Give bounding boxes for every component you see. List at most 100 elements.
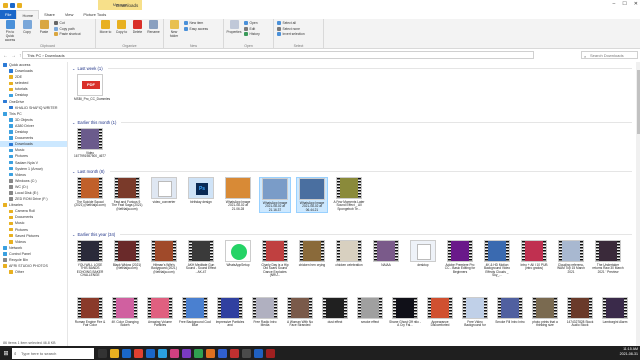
- file-item[interactable]: Charly Day is a Hip Old Scars Sound Danc…: [259, 240, 291, 278]
- open-group: Properties Open Edit History Open: [224, 19, 274, 49]
- file-item[interactable]: Shane Ghost Off ntlo - A Cry Fal...: [389, 297, 421, 328]
- file-item[interactable]: Free Radio Intro Media: [249, 297, 281, 328]
- file-item[interactable]: Lamborgini Alarm: [599, 297, 631, 324]
- history-button[interactable]: History: [244, 32, 260, 36]
- file-item[interactable]: WhatsApp Image 2021-08-02 at 06.44.21: [296, 177, 328, 214]
- file-item[interactable]: 4K & HD Motion Background Video Effects …: [481, 240, 513, 278]
- file-item[interactable]: Roman Engine Fire & Fair Color: [74, 297, 106, 328]
- file-item[interactable]: dust effect: [319, 297, 351, 324]
- copy-path-button[interactable]: Copy path: [54, 26, 81, 31]
- taskbar-app-icon[interactable]: [194, 348, 203, 358]
- file-item[interactable]: Video 1677991987500_4677: [74, 128, 106, 159]
- tab-home[interactable]: Home: [16, 10, 40, 19]
- taskbar-app-icon[interactable]: [230, 348, 239, 358]
- taskbar-app-icon[interactable]: [266, 348, 275, 358]
- tab-share[interactable]: Share: [39, 10, 60, 19]
- taskbar-app-icon[interactable]: [170, 348, 179, 358]
- file-item[interactable]: Free Background Cool Blue: [179, 297, 211, 328]
- folder-icon: [9, 215, 13, 220]
- select-all-button[interactable]: Select all: [277, 21, 305, 25]
- taskbar-app-icon[interactable]: [182, 348, 191, 358]
- taskbar-app-icon[interactable]: [218, 348, 227, 358]
- file-item[interactable]: Fast and Furious 9 The Fast Saga (2021) …: [111, 177, 143, 211]
- group-header[interactable]: ⌄ Earlier this year (34): [72, 232, 632, 237]
- file-item[interactable]: WhatsApp Image 2021-08-02 at 21.16.37: [259, 177, 291, 214]
- file-item[interactable]: Intro + All I 10 PUB (intro gratos): [518, 240, 550, 271]
- taskbar-app-icon[interactable]: [98, 348, 107, 358]
- paste-shortcut-button[interactable]: Paste shortcut: [54, 32, 81, 36]
- file-item[interactable]: Appearance Discomforted: [424, 297, 456, 328]
- qat-icon[interactable]: [17, 2, 22, 8]
- taskbar-app-icon[interactable]: [254, 348, 263, 358]
- taskbar-app-icon[interactable]: [146, 348, 155, 358]
- folder-icon: [9, 270, 13, 274]
- vertical-scrollbar[interactable]: [636, 62, 640, 346]
- invert-selection-button[interactable]: Invert selection: [277, 32, 305, 36]
- easy-access-button[interactable]: Easy access: [184, 26, 209, 31]
- group-header[interactable]: ⌄ Last week (1): [72, 66, 632, 71]
- tab-file[interactable]: File: [0, 10, 17, 19]
- file-thumbnail: [427, 297, 453, 319]
- file-item[interactable]: Smoke Fill Intro Intro: [494, 297, 526, 324]
- taskbar-app-icon[interactable]: [134, 348, 143, 358]
- file-item[interactable]: smoke effect: [354, 297, 386, 324]
- file-item[interactable]: video_converter: [148, 177, 180, 204]
- open-button[interactable]: Open: [244, 21, 260, 25]
- select-none-button[interactable]: Select none: [277, 26, 305, 31]
- file-item[interactable]: WhatsApp Image 2021-08-02 at 21.06.28: [222, 177, 254, 211]
- minimize-icon[interactable]: –: [613, 1, 616, 7]
- file-item[interactable]: Ps birthday design: [185, 177, 217, 204]
- file-item[interactable]: Black Widow (2021) (NetNaija.com): [111, 240, 143, 271]
- forward-arrow-icon[interactable]: →: [11, 53, 16, 59]
- file-item[interactable]: Adobe Premiere Pro CC - Basic Editing fo…: [444, 240, 476, 274]
- file-item[interactable]: 4K Color Changing Bokeh: [109, 297, 141, 328]
- select-none-icon: [277, 26, 281, 31]
- windows-start-icon[interactable]: ⊞: [0, 346, 12, 360]
- file-item[interactable]: photo prints that a thinking size: [529, 297, 561, 328]
- file-item[interactable]: Impressive Particles and: [214, 297, 246, 328]
- file-item[interactable]: YOU WILL LOSE THIS BANDS ECHOING BAKER C…: [74, 240, 106, 278]
- file-item[interactable]: desktop: [407, 240, 439, 267]
- file-item[interactable]: WhatsAppSetup: [222, 240, 254, 267]
- scrollbar-thumb[interactable]: [636, 70, 640, 134]
- nav-item[interactable]: Other: [0, 269, 67, 275]
- group-header[interactable]: ⌄ Last month (8): [72, 169, 632, 174]
- easy-access-label: Easy access: [189, 26, 209, 31]
- new-item-button[interactable]: New item: [184, 21, 208, 25]
- folder-icon: [9, 172, 13, 177]
- file-item[interactable]: AKH Meditate Gun Sound - Sound Effect - …: [185, 240, 217, 274]
- file-item[interactable]: chicken celebration: [333, 240, 365, 267]
- tab-picture-tools[interactable]: Picture Tools: [78, 10, 111, 19]
- close-icon[interactable]: ✕: [634, 1, 638, 7]
- taskbar-search-input[interactable]: ⌕ Type here to search: [12, 347, 94, 359]
- file-item[interactable]: Clouding referenc- WAM Top 15 March 2021: [555, 240, 587, 274]
- file-item[interactable]: A Few Moments Later Sound Effect _ All S…: [333, 177, 365, 211]
- address-bar[interactable]: This PC › Downloads: [22, 51, 534, 59]
- file-item[interactable]: A Woman With No Face Stranded: [284, 297, 316, 328]
- file-item[interactable]: Hitman's Wife's Bodyguard (2021) (NetNai…: [148, 240, 180, 274]
- edit-button[interactable]: Edit: [244, 26, 260, 31]
- maximize-icon[interactable]: ☐: [622, 1, 626, 7]
- taskbar-app-icon[interactable]: [158, 348, 167, 358]
- clock-date[interactable]: 2021-08-31: [620, 352, 638, 357]
- file-item[interactable]: 1474327828 Stock Audio Stock: [564, 297, 596, 328]
- file-item[interactable]: The Undertaker returns Raw 30 March 2021…: [592, 240, 624, 274]
- file-item[interactable]: NAIAA: [370, 240, 402, 267]
- taskbar-app-icon[interactable]: [110, 348, 119, 358]
- taskbar-app-icon[interactable]: [242, 348, 251, 358]
- file-item[interactable]: chicken hen crying: [296, 240, 328, 267]
- back-arrow-icon[interactable]: ←: [3, 53, 8, 59]
- taskbar-app-icon[interactable]: [206, 348, 215, 358]
- file-item[interactable]: The Suicide Squad (2021) (NetNaija.com): [74, 177, 106, 208]
- quick-access-toolbar[interactable]: [3, 2, 22, 8]
- qat-icon[interactable]: [10, 2, 15, 8]
- file-item[interactable]: PDF MSBI_Pro_CC_Dummies: [74, 74, 110, 101]
- file-item[interactable]: Amazing Volume Particles: [144, 297, 176, 328]
- file-item[interactable]: Free Video Background for: [459, 297, 491, 328]
- qat-icon[interactable]: [3, 2, 8, 8]
- tab-view[interactable]: View: [60, 10, 79, 19]
- search-input[interactable]: ⌕ Search Downloads: [581, 51, 638, 59]
- group-header[interactable]: ⌄ Earlier this month (1): [72, 120, 632, 125]
- cut-button[interactable]: Cut: [54, 21, 81, 25]
- taskbar-app-icon[interactable]: [122, 348, 131, 358]
